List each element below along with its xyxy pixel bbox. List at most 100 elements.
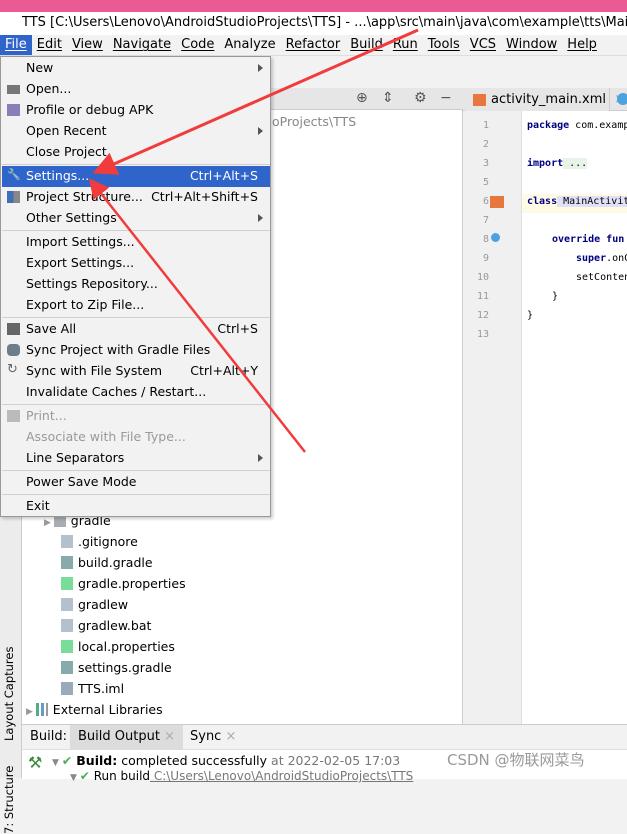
tree-item[interactable]: gradle.properties [61,576,186,591]
tree-item[interactable]: gradlew.bat [61,618,151,633]
tree-item[interactable]: settings.gradle [61,660,172,675]
tree-item[interactable]: build.gradle [61,555,153,570]
menu-item-associate-file-type: Associate with File Type... [26,429,186,444]
menu-item-open-recent[interactable]: Open Recent [2,121,270,142]
menu-refactor[interactable]: Refactor [281,35,346,55]
menu-window[interactable]: Window [501,35,562,55]
tree-item[interactable]: gradlew [61,597,128,612]
menu-item-other-settings[interactable]: Other Settings [2,208,270,229]
line-number: 5 [482,177,489,188]
build-status-row[interactable]: ▼ ✔ Build: completed successfully at 202… [52,753,400,768]
top-band [0,0,627,12]
menu-code[interactable]: Code [176,35,219,55]
menu-analyze[interactable]: Analyze [219,35,280,55]
menu-item-new[interactable]: New [2,58,270,79]
wrench-icon: 🔧 [7,168,21,181]
file-icon [61,619,73,632]
menu-help[interactable]: Help [562,35,602,55]
kotlin-tab-icon[interactable] [617,93,627,105]
menu-edit[interactable]: Edit [32,35,67,55]
run-build-row[interactable]: ▼ ✔ Run build C:\Users\Lenovo\AndroidStu… [70,769,413,783]
project-toolbar: ⊕ ⇕ ⚙ − [270,88,463,110]
menu-item-power-save[interactable]: Power Save Mode [2,472,270,493]
override-gutter-icon[interactable] [491,233,500,242]
print-icon [7,410,20,422]
tab-activity-main-xml[interactable]: activity_main.xml× [465,88,625,111]
line-number: 9 [482,253,489,264]
menu-file[interactable]: File [0,35,32,55]
code-line: override fun [552,234,625,245]
tree-item-external-libraries[interactable]: ▶ External Libraries [26,702,163,717]
file-icon [61,535,73,548]
menu-item-line-separators[interactable]: Line Separators [2,448,270,469]
line-number: 7 [482,215,489,226]
xml-file-icon [473,94,486,106]
menu-item-close-project[interactable]: Close Project [2,142,270,163]
tree-item[interactable]: TTS.iml [61,681,124,696]
folder-icon [7,85,20,94]
structure-tab[interactable]: 7: Structure [2,766,16,834]
menu-tools[interactable]: Tools [423,35,465,55]
project-structure-icon [7,191,20,203]
libraries-icon [35,703,48,716]
menu-item-project-structure[interactable]: Project Structure... Ctrl+Alt+Shift+S [2,187,270,208]
menu-item-exit[interactable]: Exit [2,496,270,517]
gradle-icon [61,661,73,674]
menu-item-settings-repository[interactable]: Settings Repository... [2,274,270,295]
menu-item-open[interactable]: Open... [2,79,270,100]
line-number: 1 [482,120,489,131]
menu-view[interactable]: View [67,35,108,55]
menu-item-profile-apk[interactable]: Profile or debug APK [2,100,270,121]
locate-icon[interactable]: ⊕ [356,90,368,106]
window-title: TTS [C:\Users\Lenovo\AndroidStudioProjec… [0,12,627,35]
build-label: Build: [30,729,68,744]
editor-tabs: activity_main.xml× [463,88,627,111]
refresh-icon: ↻ [7,362,18,377]
line-number: 13 [476,329,489,340]
code-line: setConten [576,272,627,283]
collapse-icon[interactable]: ⇕ [382,90,394,106]
menu-item-export-zip[interactable]: Export to Zip File... [2,295,270,316]
code-line: import ... [527,158,588,169]
menu-item-sync-file-system[interactable]: ↻ Sync with File System Ctrl+Alt+Y [2,361,270,382]
menu-navigate[interactable]: Navigate [108,35,176,55]
line-number: 6 [482,196,489,207]
line-number: 3 [482,158,489,169]
check-icon: ✔ [79,769,90,783]
gradle-icon [61,556,73,569]
menu-item-sync-gradle[interactable]: Sync Project with Gradle Files [2,340,270,361]
tab-build-output[interactable]: Build Output × [70,725,183,749]
menu-item-print: Print... [2,406,270,427]
apk-icon [7,104,20,116]
tree-item[interactable]: local.properties [61,639,175,654]
gear-icon[interactable]: ⚙ [414,90,427,106]
hammer-icon[interactable]: ⚒ [28,753,42,772]
tab-sync[interactable]: Sync × [182,725,244,749]
gradle-sync-icon [7,344,20,356]
menu-item-settings[interactable]: 🔧 Settings... Ctrl+Alt+S [2,166,270,187]
menu-build[interactable]: Build [345,35,388,55]
line-number: 10 [476,272,489,283]
close-tab-icon: × [225,729,237,744]
close-tab-icon: × [164,729,175,744]
line-number: 11 [476,291,489,302]
code-line: class MainActivit [527,196,627,207]
tree-item[interactable]: .gitignore [61,534,138,549]
module-icon [61,682,73,695]
menu-item-export-settings[interactable]: Export Settings... [2,253,270,274]
minimize-icon[interactable]: − [440,90,452,106]
watermark: CSDN @物联网菜鸟 [447,751,585,769]
code-editor[interactable]: 1 2 3 5 6 7 8 9 10 11 12 13 package com.… [463,111,627,724]
menu-vcs[interactable]: VCS [465,35,501,55]
menu-bar: File Edit View Navigate Code Analyze Ref… [0,35,627,56]
code-line: super.onC [576,253,627,264]
layout-gutter-icon[interactable] [490,196,504,208]
menu-item-save-all[interactable]: Save All Ctrl+S [2,319,270,340]
properties-icon [61,640,73,653]
menu-run[interactable]: Run [388,35,423,55]
layout-captures-tab[interactable]: Layout Captures [2,647,16,741]
code-line: } [527,310,534,321]
file-menu: New Open... Profile or debug APK Open Re… [0,56,271,517]
menu-item-import-settings[interactable]: Import Settings... [2,232,270,253]
menu-item-invalidate-caches[interactable]: Invalidate Caches / Restart... [2,382,270,403]
